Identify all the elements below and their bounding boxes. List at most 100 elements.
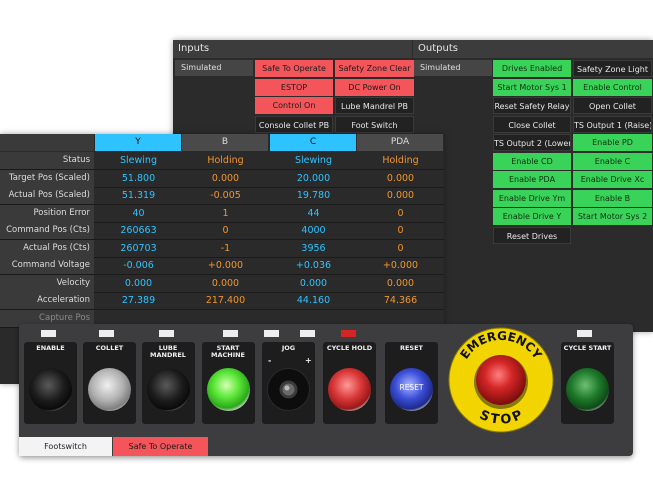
- axis-cell: 260663: [120, 225, 157, 236]
- axis-cell: +0.036: [295, 260, 332, 271]
- axis-cell: Holding: [382, 155, 419, 166]
- input-safe-to-operate[interactable]: Safe To Operate: [255, 60, 333, 77]
- collet-knob[interactable]: [88, 368, 131, 411]
- lube-mandrel-knob[interactable]: [147, 368, 190, 411]
- output-enable-drive-y[interactable]: Enable Drive Y: [493, 208, 571, 225]
- axis-cell: Holding: [207, 155, 244, 166]
- enable-lamp: [41, 330, 56, 337]
- enable-knob[interactable]: [29, 368, 72, 411]
- outputs-simulated-toggle[interactable]: Simulated: [414, 60, 492, 76]
- axis-cell: +0.000: [207, 260, 244, 271]
- reset-knob-text: RESET: [399, 383, 424, 392]
- input-control-on[interactable]: Control On: [255, 97, 333, 114]
- enable-label: ENABLE: [36, 344, 65, 352]
- jog-plus-lamp: [300, 330, 315, 337]
- input-safety-zone-clear[interactable]: Safety Zone Clear: [335, 60, 414, 77]
- lube-mandrel-lamp: [159, 330, 174, 337]
- cycle-start-label: CYCLE START: [563, 344, 612, 352]
- axis-cell: 4000: [301, 225, 326, 236]
- output-safety-zone-light[interactable]: Safety Zone Light: [573, 60, 652, 77]
- axis-row-label: Command Pos (Cts): [0, 222, 94, 239]
- cycle-start-knob[interactable]: [566, 368, 609, 411]
- inputs-header: Inputs: [173, 40, 412, 58]
- axis-cell: 0: [222, 225, 229, 236]
- axis-header-blank: [0, 134, 94, 151]
- jog-minus-lamp: [264, 330, 279, 337]
- start-machine-lamp: [223, 330, 238, 337]
- output-open-collet[interactable]: Open Collet: [573, 97, 652, 114]
- axis-cell: Slewing: [295, 155, 332, 166]
- axis-cell: 27.389: [121, 295, 156, 306]
- axis-row-label: Position Error: [0, 204, 94, 222]
- output-reset-safety-relay[interactable]: Reset Safety Relay: [493, 97, 571, 114]
- axis-column-header-y: Y: [95, 134, 181, 151]
- axis-row-label: Velocity: [0, 274, 94, 292]
- collet-lamp: [99, 330, 114, 337]
- reset-button[interactable]: RESET RESET: [385, 342, 438, 424]
- jog-control[interactable]: JOG - +: [262, 342, 315, 424]
- output-drives-enabled[interactable]: Drives Enabled: [493, 60, 571, 77]
- output-reset-drives[interactable]: Reset Drives: [493, 226, 571, 244]
- enable-button[interactable]: ENABLE: [24, 342, 77, 424]
- cycle-start-button[interactable]: CYCLE START: [561, 342, 614, 424]
- axis-row-label: Status: [0, 152, 94, 169]
- inputs-simulated-toggle[interactable]: Simulated: [175, 60, 253, 76]
- output-enable-drive-ym[interactable]: Enable Drive Ym: [493, 189, 571, 207]
- input-console-collet-pb[interactable]: Console Collet PB: [255, 115, 333, 133]
- cycle-hold-lamp: [341, 330, 356, 337]
- output-enable-pda[interactable]: Enable PDA: [493, 171, 571, 188]
- reset-label: RESET: [399, 344, 423, 352]
- collet-button[interactable]: COLLET: [83, 342, 136, 424]
- axis-row-label: Actual Pos (Scaled): [0, 187, 94, 204]
- input-estop[interactable]: ESTOP: [255, 78, 333, 96]
- cycle-hold-knob[interactable]: [328, 368, 371, 411]
- output-enable-cd[interactable]: Enable CD: [493, 152, 571, 170]
- emergency-stop-button[interactable]: EMERGENCY STOP: [447, 326, 555, 434]
- start-machine-button[interactable]: START MACHINE: [202, 342, 255, 424]
- collet-label: COLLET: [95, 344, 124, 352]
- axis-cell: 3956: [301, 242, 326, 254]
- lube-mandrel-label: LUBE MANDREL: [150, 344, 186, 359]
- cycle-hold-button[interactable]: CYCLE HOLD: [323, 342, 376, 424]
- axis-cell: 19.780: [296, 190, 331, 201]
- axis-cell: +0.000: [382, 260, 419, 271]
- output-ts-output-2-lower[interactable]: TS Output 2 (Lower): [493, 134, 571, 151]
- input-foot-switch[interactable]: Foot Switch: [335, 115, 414, 133]
- output-start-motor-sys-2[interactable]: Start Motor Sys 2: [573, 208, 652, 225]
- axis-cell: 51.800: [121, 172, 156, 184]
- output-enable-pd[interactable]: Enable PD: [573, 134, 652, 151]
- output-ts-output-1-raise[interactable]: TS Output 1 (Raise): [573, 115, 652, 133]
- input-dc-power-on[interactable]: DC Power On: [335, 78, 414, 96]
- lube-mandrel-button[interactable]: LUBE MANDREL: [142, 342, 195, 424]
- axis-cell: 0.000: [386, 172, 415, 184]
- axis-cell: 0.000: [211, 277, 240, 289]
- start-machine-knob[interactable]: [207, 368, 250, 411]
- axis-cell: -0.006: [123, 260, 154, 271]
- axis-cell: 0.000: [299, 277, 328, 289]
- axis-cell: 44: [307, 207, 320, 219]
- output-enable-c[interactable]: Enable C: [573, 152, 652, 170]
- output-close-collet[interactable]: Close Collet: [493, 115, 571, 133]
- axis-row-label: Actual Pos (Cts): [0, 239, 94, 257]
- axis-cell: 0.000: [386, 190, 415, 201]
- axis-row-label: Command Voltage: [0, 257, 94, 274]
- input-lube-mandrel-pb[interactable]: Lube Mandrel PB: [335, 97, 414, 114]
- axis-cell: 0.000: [211, 172, 240, 184]
- output-enable-b[interactable]: Enable B: [573, 189, 652, 207]
- axis-cell: 74.366: [383, 295, 418, 306]
- output-enable-control[interactable]: Enable Control: [573, 78, 652, 96]
- footswitch-indicator[interactable]: Footswitch: [19, 437, 112, 456]
- jog-joystick-icon[interactable]: [266, 367, 311, 412]
- axis-cell: 260703: [120, 242, 157, 254]
- jog-minus: -: [268, 356, 272, 365]
- cycle-hold-label: CYCLE HOLD: [326, 344, 373, 352]
- jog-label: JOG: [281, 344, 296, 352]
- cycle-start-lamp: [577, 330, 592, 337]
- axis-cell: 0: [397, 225, 404, 236]
- output-enable-drive-xc[interactable]: Enable Drive Xc: [573, 171, 652, 188]
- start-machine-label: START MACHINE: [210, 344, 245, 359]
- output-start-motor-sys-1[interactable]: Start Motor Sys 1: [493, 78, 571, 96]
- axis-cell: 40: [132, 207, 145, 219]
- axis-cell: 217.400: [205, 295, 246, 306]
- reset-knob[interactable]: RESET: [390, 368, 433, 411]
